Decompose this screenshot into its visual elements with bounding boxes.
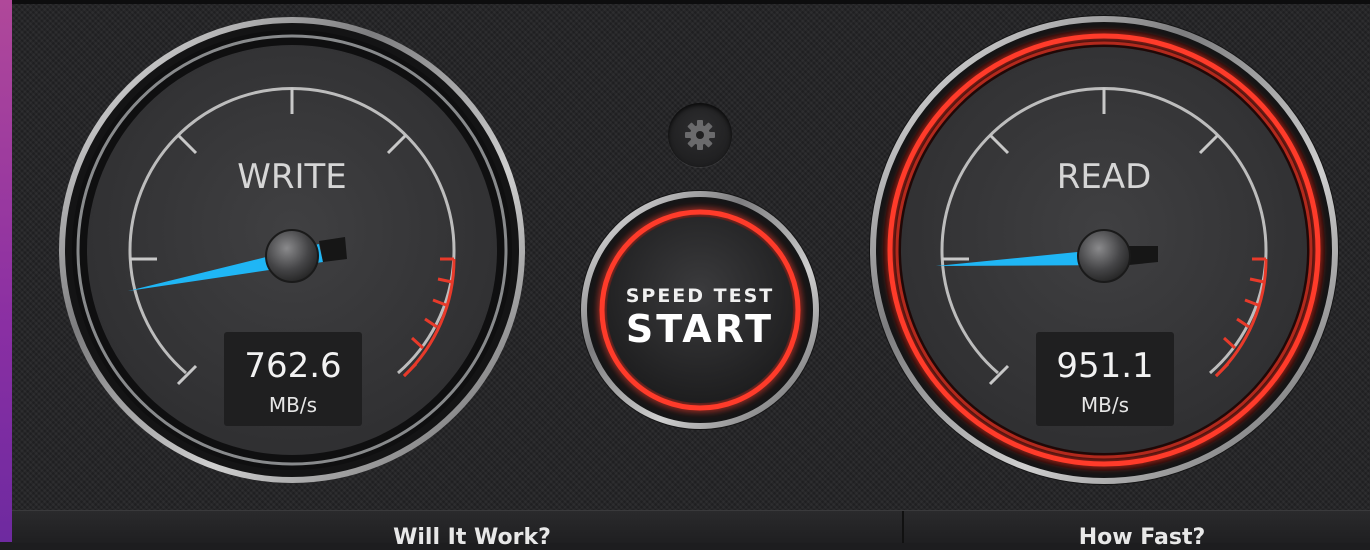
read-label: READ [1057, 157, 1152, 197]
write-unit: MB/s [269, 393, 317, 417]
tab-how-fast[interactable]: How Fast? [942, 525, 1342, 550]
write-label: WRITE [237, 157, 347, 197]
footer-bar: Will It Work? How Fast? [12, 510, 1370, 550]
write-gauge: WRITE 762.6 MB/s [59, 17, 525, 483]
settings-button[interactable] [668, 103, 732, 167]
start-caption: SPEED TEST [626, 285, 775, 307]
write-value: 762.6 [244, 346, 341, 386]
gear-icon [685, 120, 715, 150]
read-gauge: READ 951.1 MB/s [869, 15, 1339, 485]
read-value: 951.1 [1056, 346, 1153, 386]
tab-will-it-work[interactable]: Will It Work? [272, 525, 672, 550]
gauge-panel: WRITE 762.6 MB/s READ 951.1 MB/s SPEED T… [12, 0, 1370, 510]
footer-divider [902, 511, 904, 543]
start-button[interactable]: SPEED TEST START [580, 190, 820, 430]
start-label: START [626, 307, 774, 351]
window-edge [0, 0, 12, 542]
read-unit: MB/s [1081, 393, 1129, 417]
